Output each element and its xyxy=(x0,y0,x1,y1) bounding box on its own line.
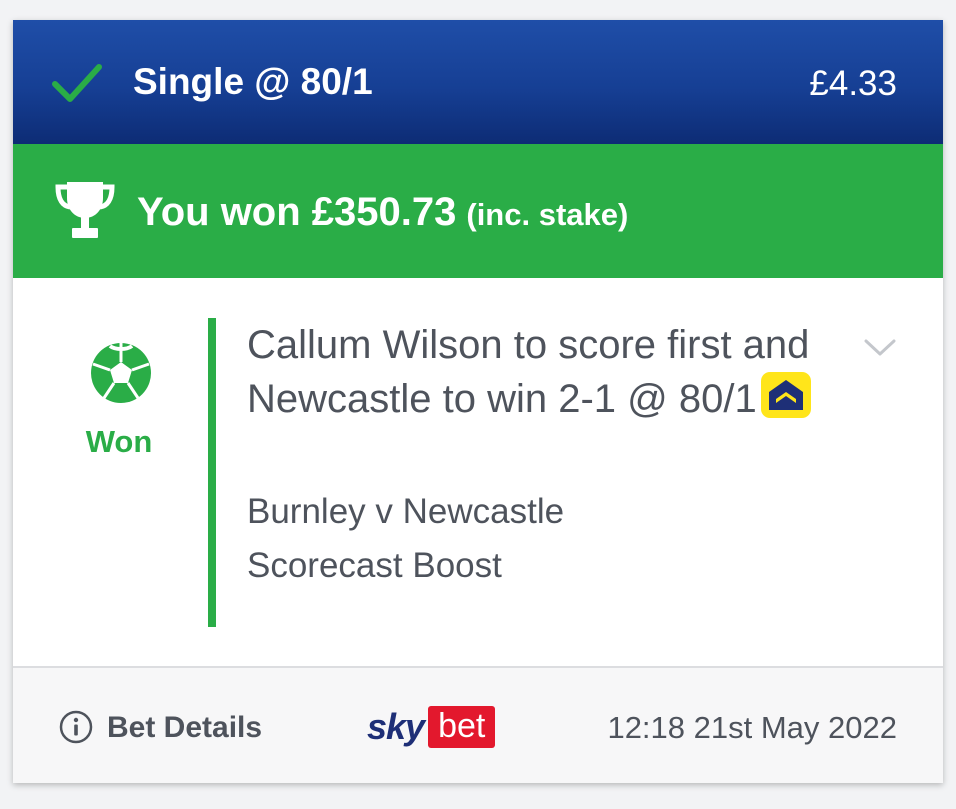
info-icon[interactable] xyxy=(59,710,93,749)
win-amount: You won £350.73 xyxy=(137,190,457,234)
stake-amount: £4.33 xyxy=(809,64,897,103)
bet-type-label: Single @ 80/1 xyxy=(133,61,373,102)
event-name: Burnley v Newcastle xyxy=(247,492,565,531)
trophy-icon xyxy=(55,178,115,247)
check-icon xyxy=(51,62,103,109)
bet-timestamp: 12:18 21st May 2022 xyxy=(607,710,897,745)
logo-sky-text: sky xyxy=(367,706,425,747)
bet-details-link[interactable]: Bet Details xyxy=(107,708,262,748)
win-banner: You won £350.73 (inc. stake) xyxy=(13,144,943,278)
result-status: Won xyxy=(85,424,153,459)
price-boost-icon xyxy=(760,372,811,418)
market-name: Scorecast Boost xyxy=(247,546,502,585)
selection-title-text: Callum Wilson to score first and Newcast… xyxy=(247,323,810,421)
win-stake-note: (inc. stake) xyxy=(466,197,629,232)
bet-card: Single @ 80/1 £4.33 You won £350.73 (inc.… xyxy=(13,20,943,783)
selection-title: Callum Wilson to score first and Newcast… xyxy=(247,318,827,426)
selection-row[interactable]: Won Callum Wilson to score first and New… xyxy=(13,278,943,666)
status-bar xyxy=(208,318,216,627)
bet-header: Single @ 80/1 £4.33 xyxy=(13,20,943,144)
sky-bet-logo: sky bet xyxy=(367,706,496,748)
win-message: You won £350.73 (inc. stake) xyxy=(137,188,628,236)
football-icon xyxy=(90,342,152,409)
chevron-down-icon[interactable] xyxy=(864,338,896,363)
bet-footer: Bet Details sky bet 12:18 21st May 2022 xyxy=(13,666,943,783)
logo-bet-text: bet xyxy=(428,706,496,748)
